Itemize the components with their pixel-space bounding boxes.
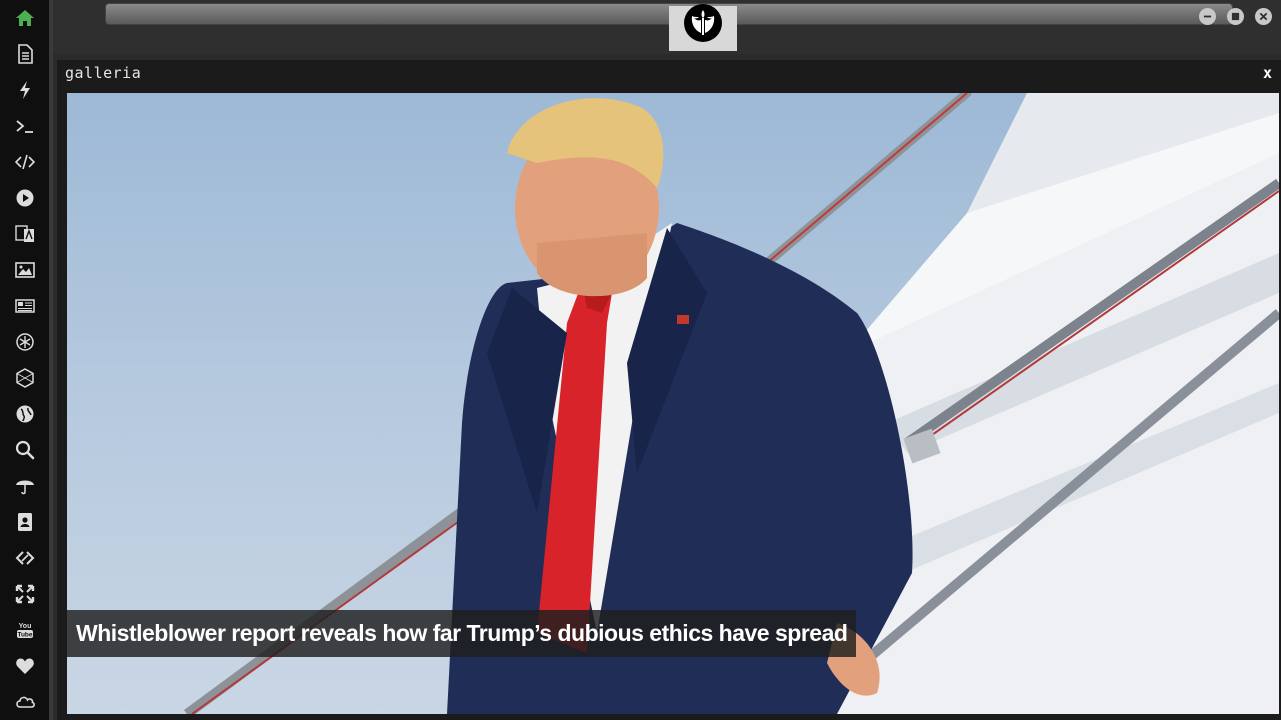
minimize-icon bbox=[1203, 15, 1212, 18]
gallery-panel: galleria x Whistleblower report reveals … bbox=[57, 60, 1281, 720]
svg-text:You: You bbox=[18, 623, 31, 630]
minimize-button[interactable] bbox=[1199, 8, 1216, 25]
gallery-image[interactable]: Whistleblower report reveals how far Tru… bbox=[67, 93, 1279, 714]
sidebar-item-search[interactable] bbox=[0, 432, 49, 468]
sidebar-item-heart[interactable] bbox=[0, 648, 49, 684]
sidebar-item-globe[interactable] bbox=[0, 396, 49, 432]
sidebar-item-home[interactable] bbox=[0, 0, 49, 36]
maximize-icon bbox=[1231, 12, 1240, 21]
hexagon-icon bbox=[15, 368, 34, 388]
sidebar-divider bbox=[49, 0, 53, 720]
link-icon bbox=[15, 551, 34, 565]
cloud-icon bbox=[15, 696, 35, 708]
sidebar-item-atom[interactable] bbox=[0, 324, 49, 360]
lightning-icon bbox=[19, 81, 30, 99]
top-bar bbox=[53, 0, 1281, 54]
expand-icon bbox=[15, 584, 34, 604]
caption-text: Whistleblower report reveals how far Tru… bbox=[76, 620, 848, 646]
contacts-icon bbox=[17, 513, 32, 531]
close-window-button[interactable] bbox=[1255, 8, 1272, 25]
terminal-icon bbox=[15, 120, 33, 133]
sidebar-item-youtube[interactable]: You Tube bbox=[0, 612, 49, 648]
sidebar-item-terminal[interactable] bbox=[0, 108, 49, 144]
sidebar-item-code[interactable] bbox=[0, 144, 49, 180]
sidebar-item-lightning[interactable] bbox=[0, 72, 49, 108]
sidebar: You Tube bbox=[0, 0, 53, 720]
image-icon bbox=[14, 262, 35, 278]
sidebar-item-link[interactable] bbox=[0, 540, 49, 576]
umbrella-icon bbox=[15, 480, 34, 495]
code-icon bbox=[14, 154, 35, 170]
sidebar-item-image[interactable] bbox=[0, 252, 49, 288]
sidebar-item-umbrella[interactable] bbox=[0, 468, 49, 504]
newspaper-icon bbox=[14, 299, 35, 313]
maximize-button[interactable] bbox=[1227, 8, 1244, 25]
sidebar-item-hexagon[interactable] bbox=[0, 360, 49, 396]
sidebar-item-translate[interactable] bbox=[0, 216, 49, 252]
rebel-alliance-icon bbox=[684, 4, 722, 42]
svg-text:Tube: Tube bbox=[17, 632, 32, 639]
logo-tab[interactable] bbox=[669, 4, 737, 51]
sidebar-item-cloud[interactable] bbox=[0, 684, 49, 720]
home-icon bbox=[15, 10, 34, 26]
search-icon bbox=[15, 440, 34, 460]
close-icon bbox=[1259, 12, 1268, 21]
play-icon bbox=[16, 189, 33, 207]
atom-icon bbox=[15, 333, 34, 351]
panel-title: galleria bbox=[65, 64, 142, 82]
panel-close-button[interactable]: x bbox=[1263, 64, 1272, 82]
document-icon bbox=[17, 44, 33, 64]
sidebar-item-play[interactable] bbox=[0, 180, 49, 216]
sidebar-item-newspaper[interactable] bbox=[0, 288, 49, 324]
heart-icon bbox=[15, 658, 34, 674]
sidebar-item-document[interactable] bbox=[0, 36, 49, 72]
caption-overlay: Whistleblower report reveals how far Tru… bbox=[67, 610, 856, 657]
youtube-icon: You Tube bbox=[16, 623, 33, 639]
globe-icon bbox=[16, 405, 33, 423]
sidebar-item-expand[interactable] bbox=[0, 576, 49, 612]
translate-icon bbox=[14, 225, 34, 242]
sidebar-item-contacts[interactable] bbox=[0, 504, 49, 540]
